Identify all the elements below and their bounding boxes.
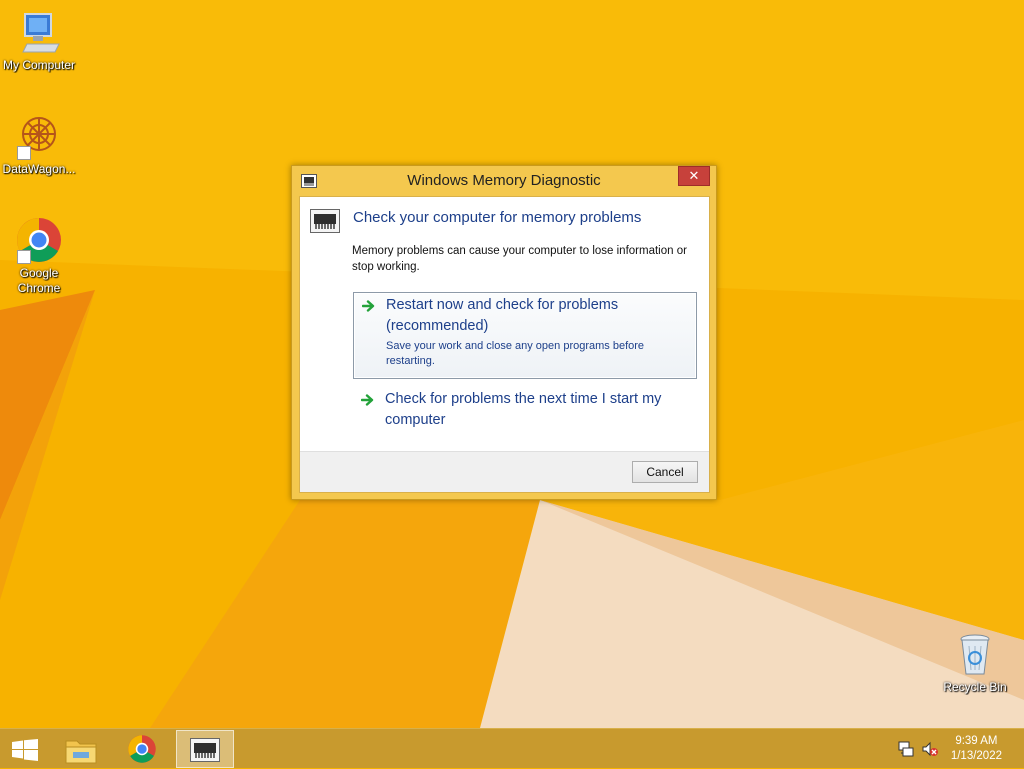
desktop-icon-google-chrome[interactable]: Google Chrome: [0, 216, 78, 296]
desktop-icon-label-line1: Google: [19, 266, 59, 280]
volume-muted-icon[interactable]: [922, 741, 938, 757]
datawagon-icon: [15, 112, 63, 160]
start-button[interactable]: [0, 730, 50, 768]
green-arrow-icon: [361, 299, 376, 313]
chrome-icon: [127, 734, 157, 769]
memory-diagnostic-icon: [190, 738, 220, 767]
memory-diagnostic-dialog: Windows Memory Diagnostic ✕ Check your c…: [291, 165, 717, 500]
dialog-footer: Cancel: [300, 451, 709, 492]
restart-now-note: Save your work and close any open progra…: [386, 340, 645, 367]
desktop-icon-label: Recycle Bin: [943, 680, 1007, 694]
window-title: Windows Memory Diagnostic: [407, 172, 601, 189]
desktop-icon-recycle-bin[interactable]: Recycle Bin: [936, 630, 1014, 695]
desktop-icon-label: DataWagon...: [2, 162, 76, 176]
title-bar[interactable]: Windows Memory Diagnostic ✕: [292, 166, 716, 196]
shortcut-arrow-icon: [17, 250, 31, 264]
recycle-bin-icon: [951, 630, 999, 678]
dialog-client-area: Check your computer for memory problems …: [299, 196, 710, 493]
system-clock[interactable]: 9:39 AM 1/13/2022: [951, 734, 1002, 764]
memory-chip-icon: [310, 209, 340, 233]
taskbar-file-explorer[interactable]: [56, 730, 106, 768]
computer-icon: [15, 8, 63, 56]
taskbar: 9:39 AM 1/13/2022: [0, 728, 1024, 768]
desktop-icon-my-computer[interactable]: My Computer: [0, 8, 78, 73]
restart-now-title: Restart now and check for problems (reco…: [386, 297, 619, 334]
taskbar-google-chrome[interactable]: [118, 730, 168, 768]
main-instruction: Check your computer for memory problems: [353, 209, 642, 226]
close-button[interactable]: ✕: [678, 166, 710, 186]
restart-now-command-link[interactable]: Restart now and check for problems (reco…: [353, 292, 697, 379]
file-explorer-icon: [65, 736, 97, 769]
clock-time: 9:39 AM: [955, 735, 998, 747]
desktop-icon-datawagon[interactable]: DataWagon...: [0, 112, 78, 177]
check-next-start-command-link[interactable]: Check for problems the next time I start…: [353, 387, 697, 437]
network-icon[interactable]: [898, 741, 914, 757]
green-arrow-icon: [360, 393, 375, 407]
clock-date: 1/13/2022: [950, 750, 1002, 762]
content-text: Memory problems can cause your computer …: [352, 245, 687, 273]
desktop-icon-label-line2: Chrome: [17, 281, 61, 295]
check-next-start-title: Check for problems the next time I start…: [385, 391, 662, 428]
cancel-button[interactable]: Cancel: [632, 461, 698, 483]
shortcut-arrow-icon: [17, 146, 31, 160]
start-icon: [12, 739, 38, 766]
desktop-icon-label: My Computer: [2, 58, 76, 72]
taskbar-memory-diagnostic[interactable]: [176, 730, 234, 768]
chrome-icon: [15, 216, 63, 264]
